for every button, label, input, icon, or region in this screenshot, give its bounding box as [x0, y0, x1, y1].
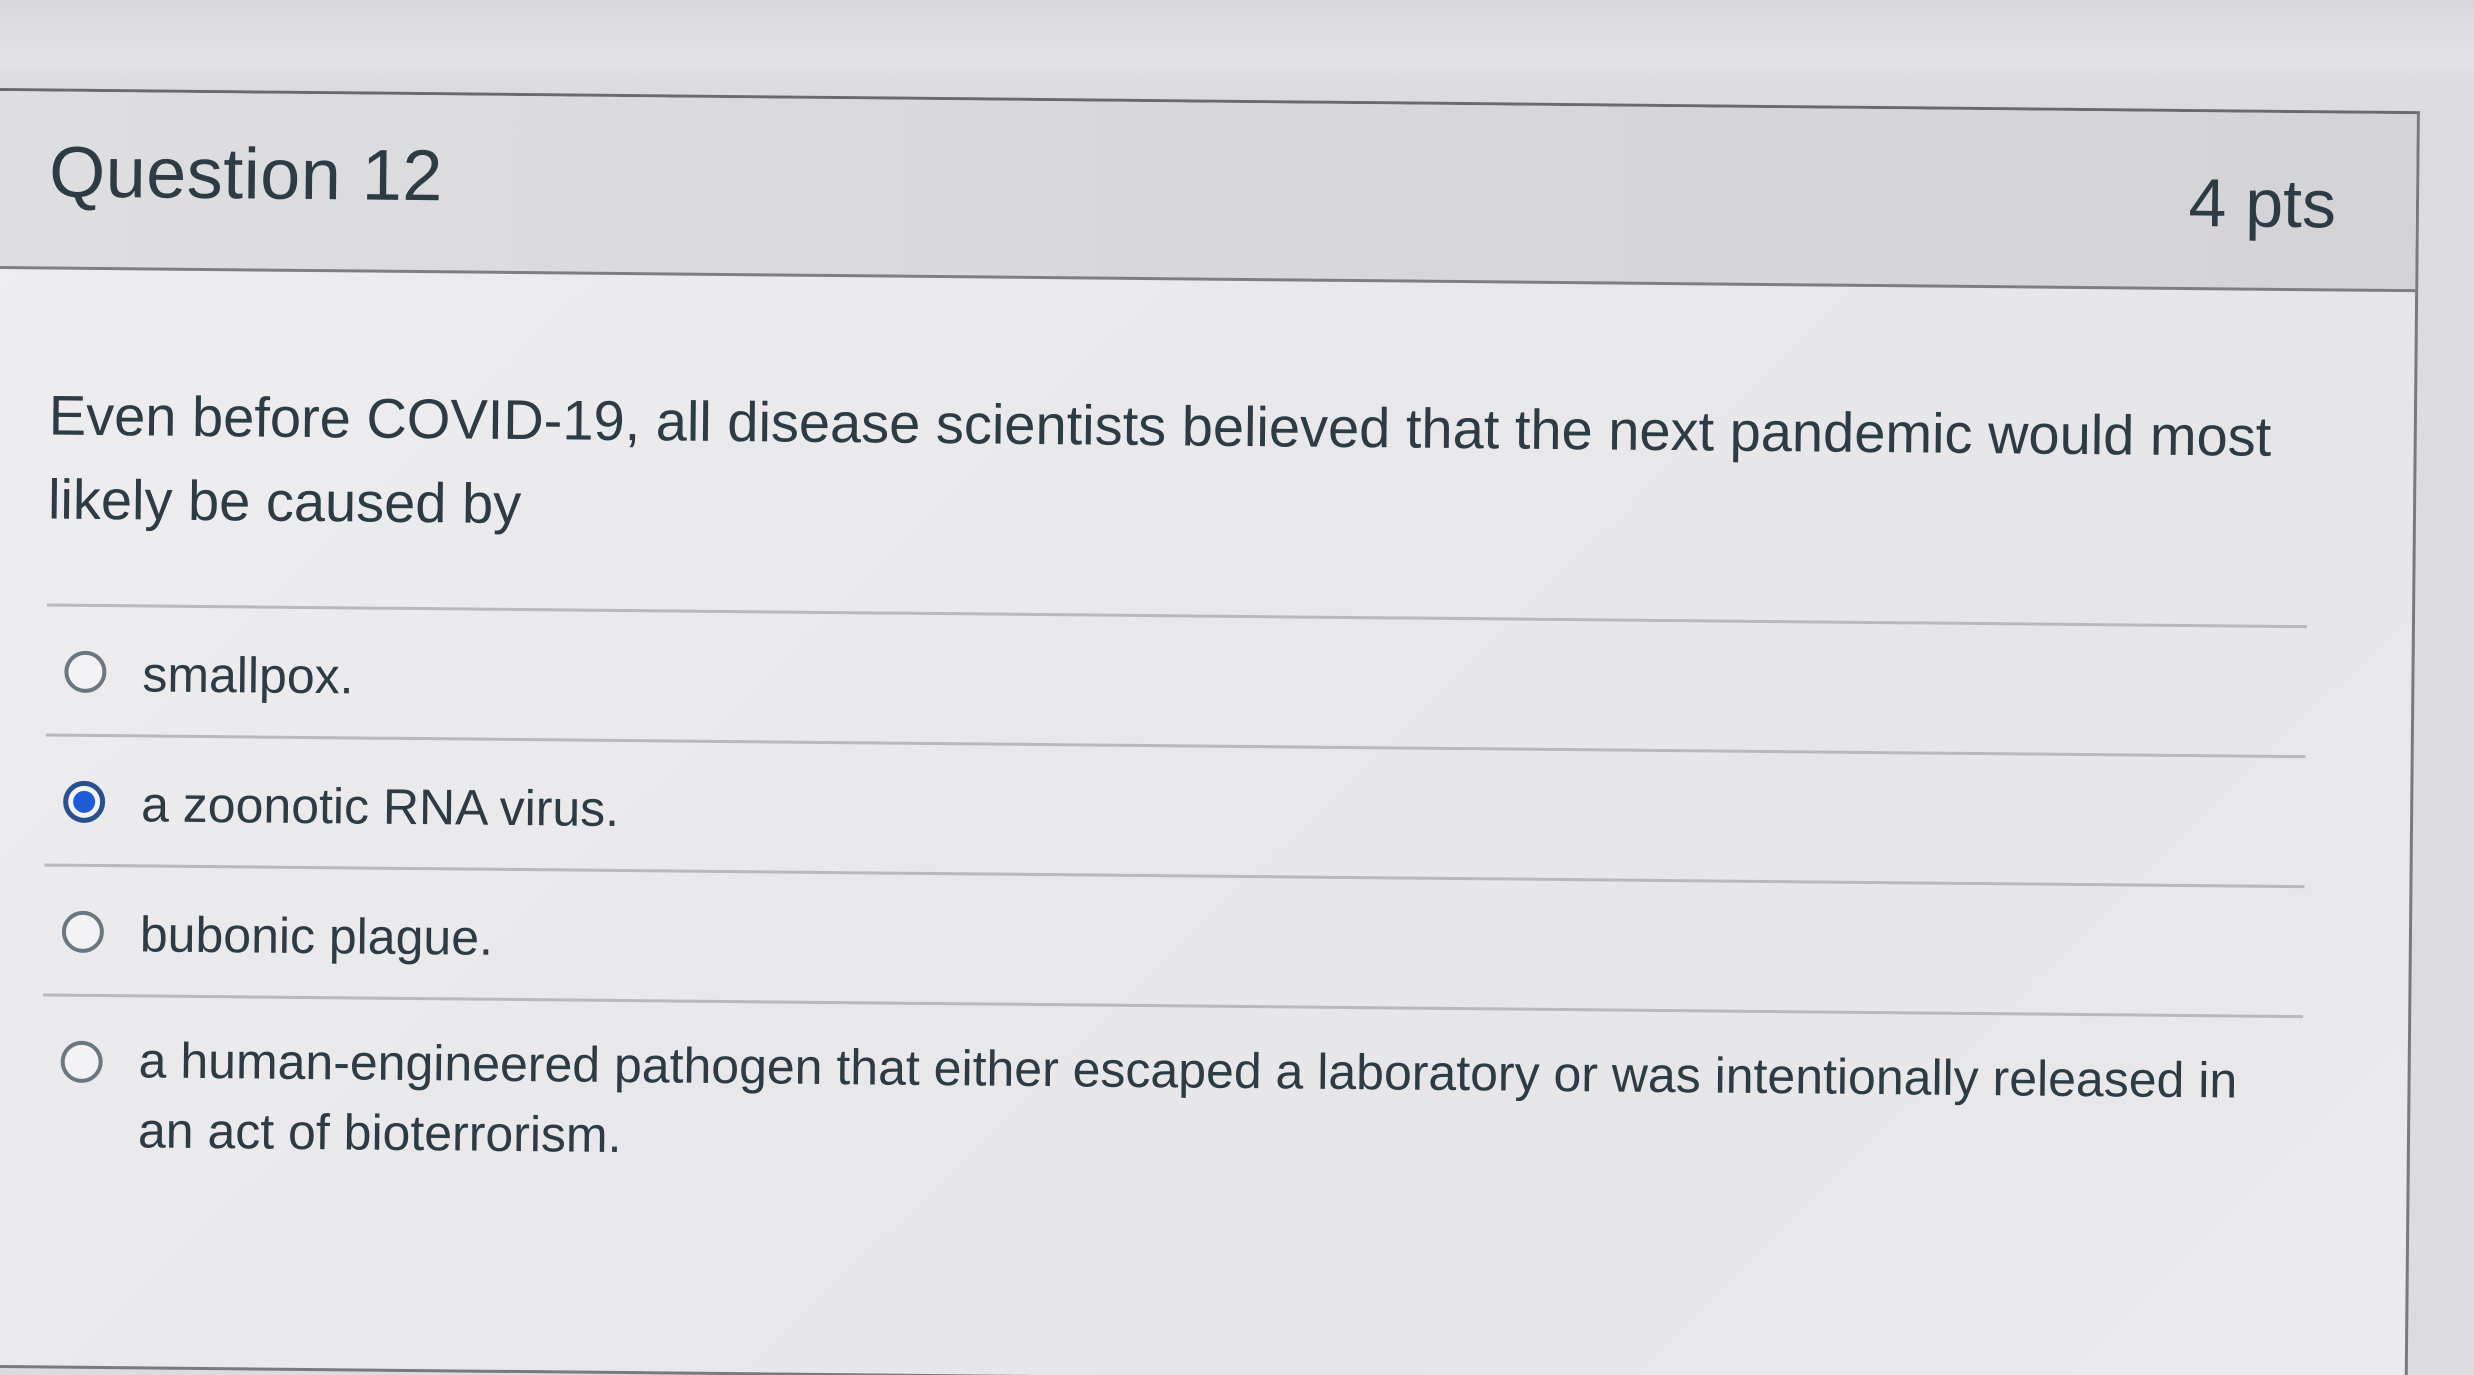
question-card: Question 12 4 pts Even before COVID-19, …	[0, 88, 2420, 1375]
question-points: 4 pts	[2188, 165, 2337, 243]
question-header: Question 12 4 pts	[0, 90, 2417, 293]
answer-option-smallpox[interactable]: smallpox.	[45, 603, 2307, 756]
answer-option-bubonic-plague[interactable]: bubonic plague.	[43, 863, 2305, 1016]
answer-option-zoonotic-rna-virus[interactable]: a zoonotic RNA virus.	[44, 733, 2306, 886]
question-title: Question 12	[48, 132, 444, 217]
radio-button-checked[interactable]	[62, 780, 106, 824]
radio-button-unchecked[interactable]	[60, 1040, 103, 1084]
answer-label[interactable]: bubonic plague.	[140, 906, 494, 965]
answer-label[interactable]: a zoonotic RNA virus.	[141, 776, 619, 837]
answer-list: smallpox. a zoonotic RNA virus. bubonic …	[41, 603, 2307, 1226]
answer-label[interactable]: a human-engineered pathogen that either …	[138, 1032, 2238, 1163]
answer-label[interactable]: smallpox.	[142, 646, 354, 704]
answer-option-human-engineered-pathogen[interactable]: a human-engineered pathogen that either …	[41, 993, 2304, 1226]
radio-button-unchecked[interactable]	[64, 650, 107, 694]
radio-button-unchecked[interactable]	[61, 910, 105, 954]
screen: Question 12 4 pts Even before COVID-19, …	[0, 0, 2474, 1375]
question-text: Even before COVID-19, all disease scient…	[47, 383, 2272, 536]
